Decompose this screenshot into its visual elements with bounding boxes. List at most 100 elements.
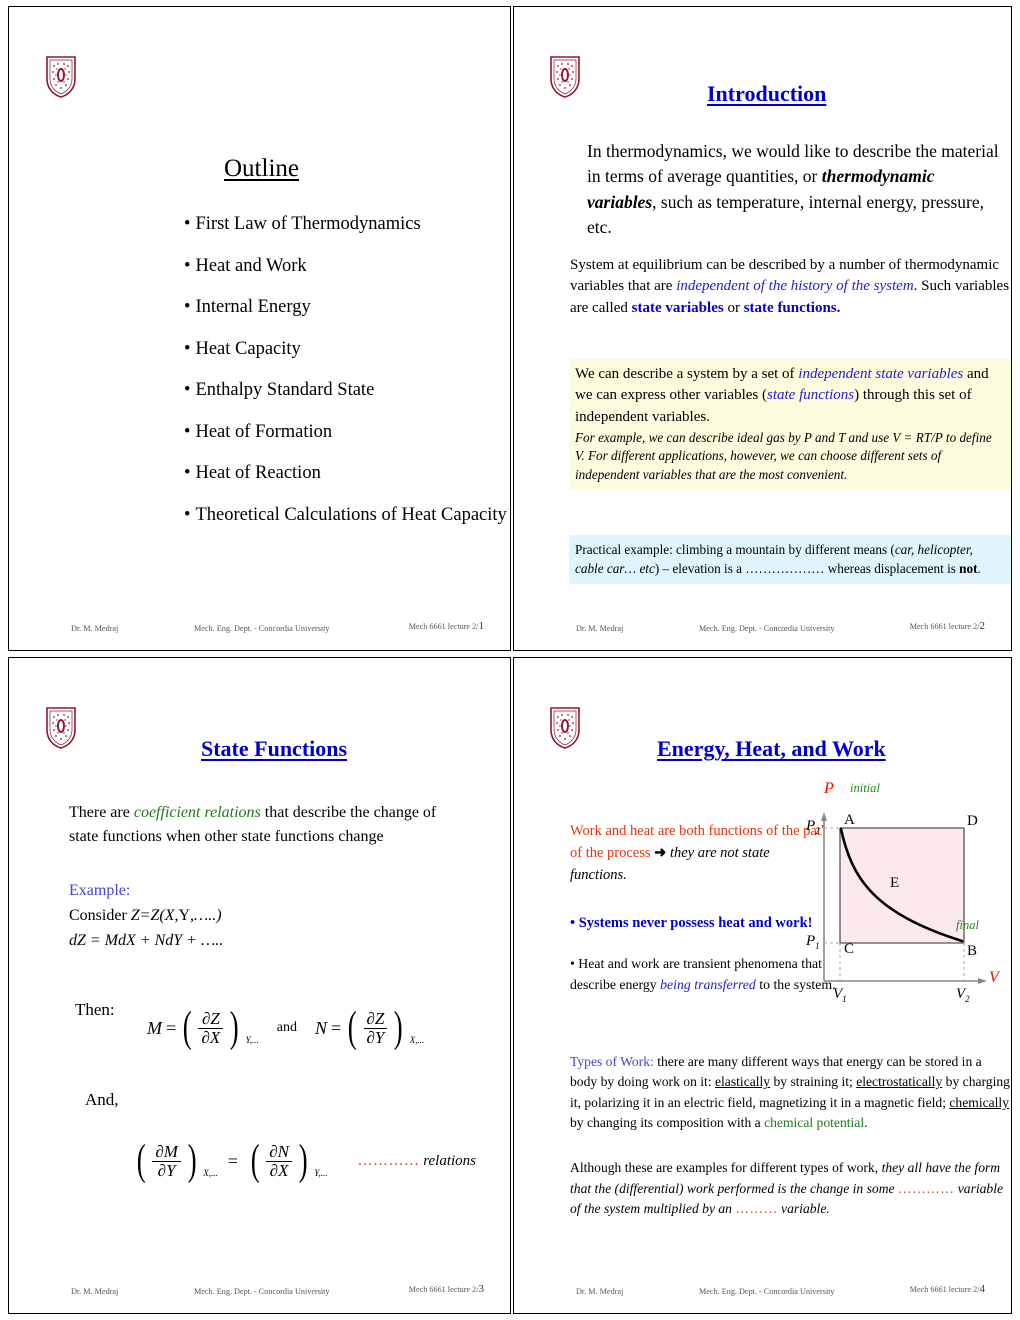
p4-dots: ……………… (745, 561, 825, 577)
bullet-icon: • (184, 421, 191, 442)
list-item-label: Heat Capacity (195, 338, 301, 359)
list-item: • Internal Energy (184, 297, 510, 317)
pv-point-B: B (967, 943, 978, 959)
sf-p1-a: There are (69, 804, 134, 821)
footer-ref: Mech 6661 lecture 2/4 (910, 1283, 985, 1295)
pv-point-C: C (844, 941, 855, 957)
sf-then-label: Then: (75, 1000, 115, 1019)
footer-course: Mech 6661 lecture 2/ (408, 1285, 479, 1294)
eq1-lhs: M (147, 1017, 162, 1038)
page-title: Energy, Heat, and Work (657, 736, 886, 761)
footer-dept: Mech. Eng. Dept. - Concordia University (699, 1287, 835, 1296)
slide-state-functions: State Functions There are coefficient re… (8, 657, 511, 1314)
ehw-b2-emphasis: being transferred (660, 976, 756, 992)
eq3-numerator-1: ∂M (155, 1142, 178, 1162)
sf-p1-emphasis: coefficient relations (133, 804, 261, 821)
list-item: • Heat and Work (184, 256, 510, 276)
paren-open-icon: ( (136, 1137, 146, 1184)
list-item: • Enthalpy Standard State (184, 380, 510, 400)
pv-tick-p1: P1 (806, 933, 820, 951)
slide-footer: Dr. M. Medraj Mech. Eng. Dept. - Concord… (514, 1283, 1011, 1305)
footer-page-number: 3 (478, 1283, 485, 1295)
list-item-label: Internal Energy (195, 297, 311, 317)
pv-tick-p2-sym: P (806, 818, 816, 834)
slide-footer: Dr. M. Medraj Mech. Eng. Dept. - Concord… (9, 1283, 510, 1305)
ehw-paragraph-3: Although these are examples for differen… (570, 1158, 1010, 1220)
pv-point-E: E (890, 875, 900, 891)
footer-ref: Mech 6661 lecture 2/3 (409, 1283, 484, 1295)
eq3-denominator-1: ∂Y (152, 1160, 181, 1180)
ehw-p3-a: Although these are examples for differen… (570, 1160, 882, 1175)
outline-list: • First Law of Thermodynamics • Heat and W… (184, 214, 510, 547)
list-item-label: First Law of Thermodynamics (195, 214, 421, 234)
pv-label-final: final (956, 918, 979, 932)
p4-text-d: . (977, 561, 981, 577)
p1-text-a: In thermodynamics, we would like to desc… (587, 141, 999, 187)
sf-equation-row-1: M = ( ∂Z ∂X ) Y,... and N = ( ∂Z ∂Y ) X,… (147, 1006, 424, 1049)
list-item: • First Law of Thermodynamics (184, 214, 510, 234)
ehw-p3-em3: variable. (777, 1201, 830, 1217)
footer-author: Dr. M. Medraj (71, 1287, 119, 1296)
bullet-icon: • (184, 380, 191, 400)
footer-author: Dr. M. Medraj (71, 624, 119, 633)
ehw-b2-b: to the system. (755, 976, 836, 992)
sf-dz-line: dZ = MdX + NdY + ….. (69, 930, 223, 953)
intro-highlight-yellow: We can describe a system by a set of ind… (569, 359, 1011, 491)
concordia-crest-icon (549, 706, 581, 750)
slide-introduction: Introduction In thermodynamics, we would… (513, 6, 1012, 651)
pv-axis-x-label: V (989, 969, 999, 986)
ehw-types-of-work: Types of Work: there are many different … (570, 1052, 1010, 1134)
footer-course: Mech 6661 lecture 2/ (408, 622, 479, 631)
eq3-denominator-2: ∂X (266, 1160, 292, 1180)
arrow-icon: ➜ (654, 844, 667, 861)
eq1-numerator: ∂Z (201, 1009, 220, 1029)
ehw-bullet-2: • Heat and work are transient phenomena … (570, 954, 838, 995)
p2-strong-2: state functions. (743, 299, 841, 316)
eq-and-label: and (276, 1020, 298, 1036)
sf-consider-end: ,…..) (190, 907, 222, 924)
footer-dept: Mech. Eng. Dept. - Concordia University (194, 624, 330, 633)
sf-paragraph-1: There are coefficient relations that des… (69, 801, 464, 848)
pv-tick-p2-sub: 2 (815, 826, 820, 836)
relations-word: relations (423, 1152, 476, 1169)
footer-course: Mech 6661 lecture 2/ (909, 622, 980, 631)
p3-emphasis-2: state functions (767, 387, 855, 404)
ehw-paragraph-1: Work and heat are both functions of the … (570, 821, 830, 886)
pv-tick-v1-sub: 1 (842, 994, 847, 1004)
types-of-work-label: Types of Work: (570, 1054, 654, 1069)
sf-consider-em: Z=Z(X (130, 907, 175, 924)
footer-ref: Mech 6661 lecture 2/1 (409, 620, 484, 632)
slide-footer: Dr. M. Medraj Mech. Eng. Dept. - Concord… (514, 620, 1011, 642)
footer-page-number: 2 (979, 620, 986, 632)
list-item-label: Enthalpy Standard State (195, 380, 375, 400)
ehw-p3-dots1: ………… (897, 1180, 955, 1196)
sf-example-label: Example: (69, 882, 131, 899)
bullet-icon: • (184, 504, 191, 525)
eq2-fraction: ∂Z ∂Y (363, 1010, 388, 1047)
footer-page-number: 1 (478, 620, 485, 632)
list-item: • Heat Capacity (184, 338, 510, 359)
slides-page: Outline • First Law of Thermodynamics • He… (0, 0, 1020, 1320)
sf-consider-a: Consider (69, 907, 131, 924)
eq1-denominator: ∂X (198, 1027, 224, 1047)
pv-tick-p1-sub: 1 (815, 941, 820, 951)
slide-energy-heat-work: Energy, Heat, and Work Work and heat are… (513, 657, 1012, 1314)
list-item-label: Heat of Reaction (195, 463, 321, 483)
p2-emphasis: independent of the history of the system (676, 278, 914, 295)
page-title: State Functions (201, 736, 348, 761)
slide-footer: Dr. M. Medraj Mech. Eng. Dept. - Concord… (9, 620, 510, 642)
eq3-fraction-right: ∂N ∂X (266, 1143, 292, 1180)
eq1-equals: = (166, 1017, 177, 1038)
footer-author: Dr. M. Medraj (576, 624, 624, 633)
ehw-p3-dots2: ……… (735, 1201, 778, 1217)
pv-tick-p1-sym: P (806, 933, 816, 949)
p2-text-c: or (723, 299, 744, 316)
sf-consider-mid: ,Y (174, 907, 191, 924)
intro-paragraph-2: System at equilibrium can be described b… (570, 255, 1010, 319)
bullet-icon: • (184, 214, 191, 234)
ehw-bullet-1: • Systems never possess heat and work! (570, 915, 813, 931)
eq3-fraction-left: ∂M ∂Y (152, 1143, 181, 1180)
p4-text-c: whereas displacement is (824, 561, 960, 577)
p3-text-a: We can describe a system by a set of (575, 366, 799, 382)
paren-close-icon: ) (187, 1137, 197, 1184)
